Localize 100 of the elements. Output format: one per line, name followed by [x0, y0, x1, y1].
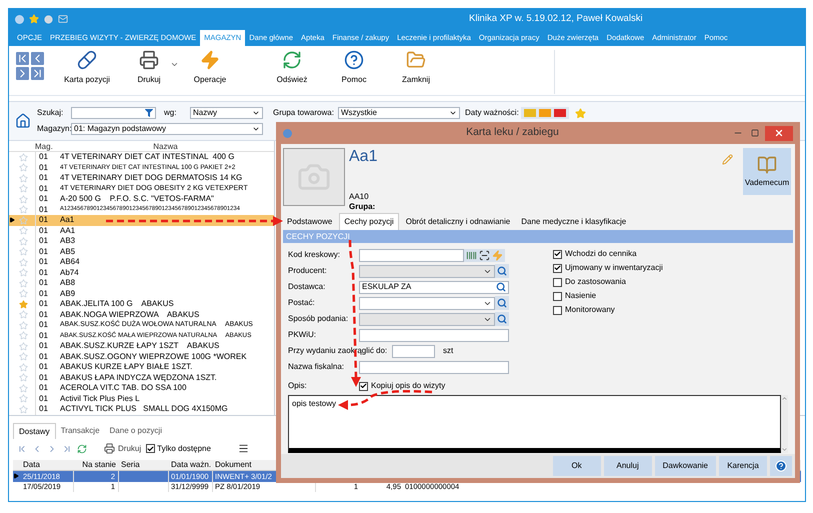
tab[interactable]: Dane o pozycji — [104, 423, 167, 439]
star-icon[interactable] — [19, 184, 28, 194]
checkbox[interactable] — [553, 306, 562, 314]
first-icon[interactable] — [16, 52, 29, 65]
list-row[interactable]: 01 4T VETERINARY DIET DOG DERMATOSIS 14 KG — [9, 173, 274, 184]
checkbox[interactable] — [553, 292, 562, 300]
dialog-button[interactable]: Dawkowanie — [654, 456, 716, 476]
star-icon[interactable] — [29, 14, 39, 24]
scanner-icon[interactable] — [479, 250, 490, 260]
star-icon[interactable] — [19, 394, 28, 404]
star-icon[interactable] — [19, 278, 28, 288]
star-icon[interactable] — [19, 163, 28, 172]
star-icon[interactable] — [19, 268, 28, 278]
tab[interactable]: Dane medyczne i klasyfikacje — [517, 213, 630, 230]
vademecum-button[interactable]: Vademecum — [743, 148, 791, 195]
star-icon[interactable] — [19, 320, 28, 330]
checkbox[interactable] — [359, 382, 368, 390]
dropdown[interactable] — [359, 296, 495, 310]
dialog-button[interactable]: Ok — [552, 456, 601, 476]
close-button[interactable] — [765, 126, 793, 140]
toolbar-button[interactable]: Drukuj — [118, 50, 180, 86]
search-field[interactable] — [71, 107, 156, 119]
star-icon[interactable] — [19, 258, 28, 267]
maximize-icon[interactable] — [751, 129, 759, 137]
checkbox[interactable] — [553, 278, 562, 286]
scroll-up-icon[interactable] — [781, 395, 788, 402]
filter-icon[interactable] — [145, 109, 153, 117]
search-button[interactable] — [495, 264, 509, 278]
next-icon[interactable] — [16, 67, 29, 80]
tab[interactable]: Transakcje — [56, 423, 105, 439]
list-row[interactable]: 01 AA1 — [9, 226, 274, 236]
star-icon[interactable] — [19, 194, 28, 204]
list-row[interactable]: 01 AB64 — [9, 257, 274, 268]
input-field[interactable] — [392, 344, 435, 358]
search-icon[interactable] — [496, 282, 506, 292]
star-icon[interactable] — [19, 236, 28, 246]
star-icon[interactable] — [19, 373, 28, 382]
toolbar-button[interactable]: Zamknij — [385, 50, 447, 86]
star-icon[interactable] — [19, 342, 28, 351]
tab[interactable]: Cechy pozycji — [339, 213, 399, 230]
pencil-icon[interactable] — [722, 154, 733, 165]
star-icon[interactable] — [19, 384, 28, 393]
tab[interactable]: Podstawowe — [283, 213, 336, 230]
input-field[interactable] — [359, 248, 464, 262]
previous-icon[interactable] — [31, 52, 44, 65]
list-row[interactable]: 01 AB3 — [9, 236, 274, 246]
refresh-icon[interactable] — [77, 444, 87, 454]
list-row[interactable]: 01 ABAK.SUSZ.KURZE ŁAPY 1SZT ABAKUS — [9, 341, 274, 352]
input-field[interactable]: ESKULAP ZA — [359, 280, 509, 294]
toolbar-button[interactable]: Pomoc — [323, 50, 385, 86]
star-icon[interactable] — [19, 300, 28, 309]
star-icon[interactable] — [19, 216, 28, 225]
dropdown[interactable]: 01: Magazyn podstawowy — [71, 123, 263, 135]
checkbox[interactable] — [553, 250, 562, 258]
tab[interactable]: Dostawy — [13, 423, 56, 439]
star-icon[interactable] — [19, 352, 28, 362]
list-row[interactable]: 01 ABAK.NOGA WIEPRZOWA ABAKUS — [9, 310, 274, 320]
star-icon[interactable] — [19, 247, 28, 256]
list-row[interactable]: 01 ABAK.SUSZ.OGONY WIEPRZOWE 100G *WOREK — [9, 352, 274, 362]
first-icon[interactable] — [17, 444, 27, 454]
list-row[interactable]: 01 AB5 — [9, 246, 274, 257]
dropdown[interactable]: Nazwy — [190, 107, 263, 119]
star-icon[interactable] — [19, 331, 28, 340]
toolbar-button[interactable]: Operacje — [179, 50, 241, 86]
list-row[interactable]: 01 ACTIVYL TICK PLUS SMALL DOG 4X150MG — [9, 404, 274, 414]
list-row[interactable]: 01 4T VETERINARY DIET CAT INTESTINAL 400 G — [9, 152, 274, 162]
list-row[interactable]: 01 A-20 500 G P.F.O. S.C. "VETOS-FARMA" — [9, 194, 274, 204]
help-button[interactable] — [770, 456, 792, 476]
list-row[interactable]: 01 Activil Tick Plus Pies L — [9, 394, 274, 404]
star-icon[interactable] — [19, 289, 28, 298]
star-icon[interactable] — [19, 226, 28, 236]
list-row[interactable]: 01 AB8 — [9, 278, 274, 288]
star-icon[interactable] — [19, 404, 28, 414]
checkbox[interactable] — [146, 444, 156, 453]
last-icon[interactable] — [31, 67, 44, 80]
scroll-down-icon[interactable] — [781, 446, 788, 453]
print-button[interactable]: Drukuj — [104, 442, 142, 454]
toolbar-button[interactable]: Karta pozycji — [56, 50, 118, 86]
star-icon[interactable] — [19, 205, 28, 214]
dialog-button[interactable]: Anuluj — [604, 456, 652, 476]
list-row[interactable]: 01 AB9 — [9, 288, 274, 299]
circle-icon[interactable] — [44, 14, 53, 24]
dialog-button[interactable]: Karencja — [719, 456, 767, 476]
star-icon[interactable] — [19, 152, 28, 162]
input-field[interactable] — [359, 360, 509, 374]
search-button[interactable] — [495, 296, 509, 310]
list-row[interactable]: 01 ABAK.JELITA 100 G ABAKUS — [9, 299, 274, 310]
star-icon[interactable] — [19, 174, 28, 183]
star-icon[interactable] — [19, 362, 28, 372]
checkbox[interactable] — [553, 264, 562, 272]
list-row[interactable]: 01 ABAKUS ŁAPA INDYCZA WĘDZONA 1SZT. — [9, 372, 274, 383]
tab[interactable]: Obrót detaliczny i odnawianie — [402, 213, 514, 230]
mail-icon[interactable] — [58, 14, 68, 24]
list-row[interactable]: 01 ABAKUS KURZE ŁAPY BIAŁE 1SZT. — [9, 362, 274, 372]
description-field[interactable]: opis testowy — [288, 395, 781, 453]
menu-icon[interactable] — [238, 443, 249, 454]
caret-icon[interactable] — [170, 60, 179, 69]
list-row[interactable]: 01 Ab74 — [9, 268, 274, 278]
input-field[interactable] — [359, 328, 509, 342]
star-icon[interactable] — [575, 108, 586, 118]
